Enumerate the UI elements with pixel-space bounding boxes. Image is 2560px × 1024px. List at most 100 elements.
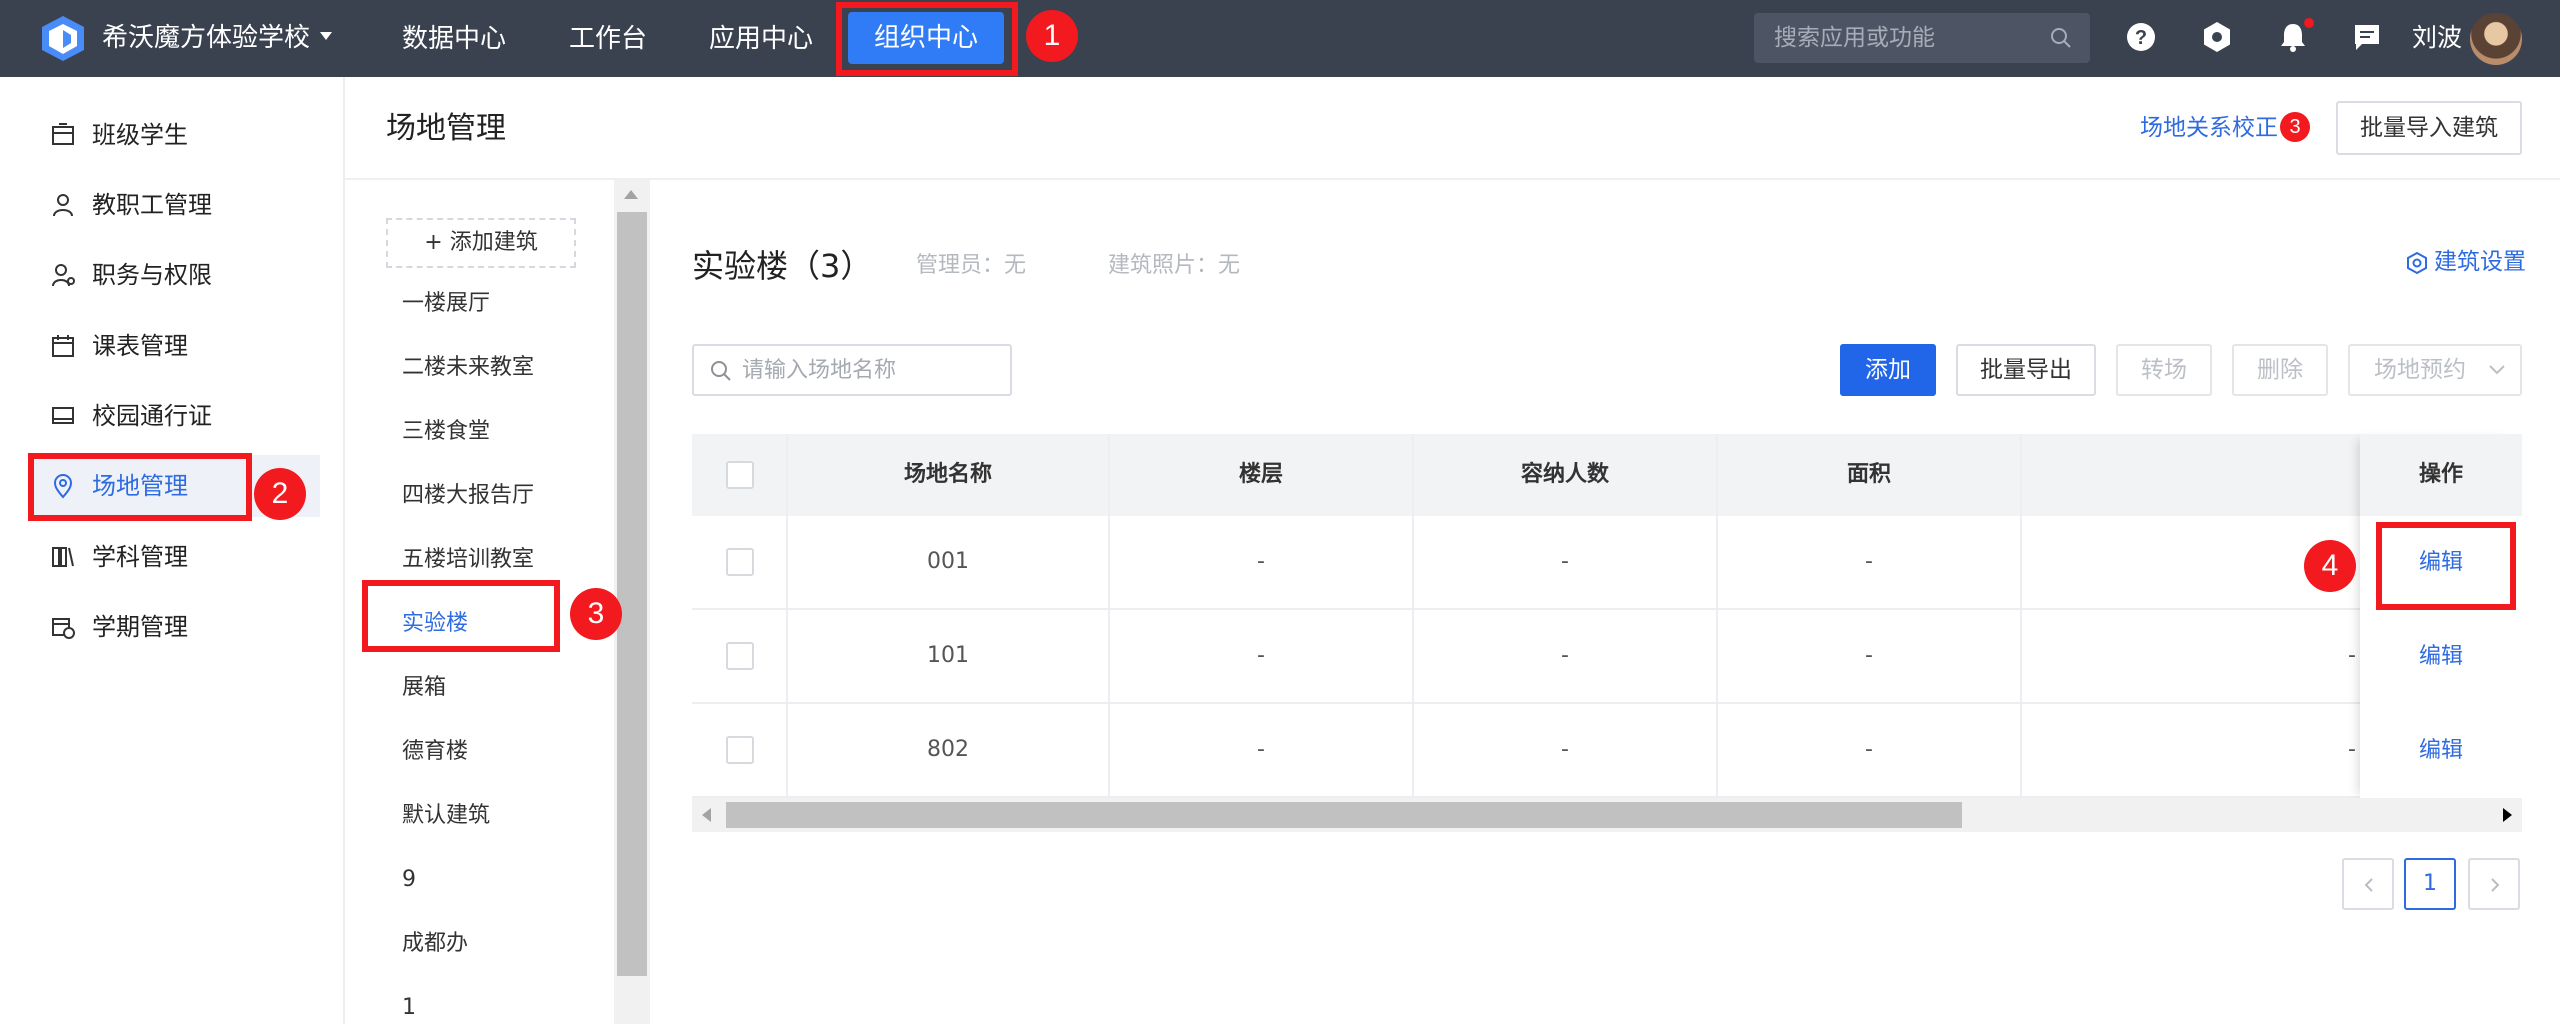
prev-page-button[interactable]	[2342, 858, 2394, 910]
building-item[interactable]: 展箱	[402, 672, 446, 704]
hexagon-settings-icon[interactable]	[2200, 20, 2234, 54]
add-venue-button[interactable]: 添加	[1840, 344, 1936, 396]
building-item[interactable]: 一楼展厅	[402, 288, 490, 320]
sidebar-item-label: 教职工管理	[92, 191, 212, 219]
transfer-button[interactable]: 转场	[2116, 344, 2212, 396]
cell-capacity: -	[1561, 549, 1569, 574]
user-name[interactable]: 刘波	[2412, 20, 2462, 56]
building-item[interactable]: 默认建筑	[402, 800, 490, 832]
school-logo-icon[interactable]	[40, 14, 86, 62]
cell-capacity: -	[1561, 737, 1569, 762]
add-building-button[interactable]: + 添加建筑	[386, 218, 576, 268]
sidebar-item-label: 学期管理	[92, 613, 188, 641]
table-row: 802 - - - -	[692, 704, 2522, 798]
cell-floor: -	[1257, 737, 1265, 762]
cell-floor: -	[1257, 643, 1265, 668]
building-item[interactable]: 四楼大报告厅	[402, 480, 534, 512]
building-settings-link[interactable]: 建筑设置	[2434, 246, 2526, 278]
chevron-right-icon	[2491, 878, 2500, 892]
cell-area: -	[1865, 549, 1873, 574]
class-icon	[52, 123, 74, 145]
message-icon[interactable]	[2350, 20, 2384, 54]
column-divider	[1716, 434, 1718, 800]
scrollbar-thumb[interactable]	[726, 802, 1962, 828]
edit-link[interactable]: 编辑	[2360, 736, 2522, 766]
book-icon	[52, 547, 74, 567]
building-item[interactable]: 三楼食堂	[402, 416, 490, 448]
annotation-badge-3: 3	[570, 588, 622, 640]
sidebar-item-label: 校园通行证	[92, 402, 212, 430]
person-icon	[53, 194, 73, 217]
chevron-down-icon	[2489, 365, 2505, 375]
cell-venue-name: 802	[927, 737, 969, 762]
cell-floor: -	[1257, 549, 1265, 574]
annotation-badge-2: 2	[254, 468, 306, 520]
search-icon	[711, 361, 731, 381]
col-area[interactable]: 面积	[1718, 434, 2020, 516]
help-icon[interactable]: ?	[2124, 20, 2158, 54]
building-item[interactable]: 二楼未来教室	[402, 352, 534, 384]
nav-data-center[interactable]: 数据中心	[402, 20, 506, 58]
column-divider	[786, 434, 788, 800]
row-checkbox[interactable]	[726, 642, 754, 670]
annotation-box-4	[2376, 522, 2516, 610]
global-search-input[interactable]: 搜索应用或功能	[1754, 13, 2090, 63]
sidebar-item-class-students[interactable]: 班级学生	[30, 104, 320, 166]
col-venue-name[interactable]: 场地名称	[788, 434, 1108, 516]
building-item[interactable]: 1	[402, 992, 416, 1024]
cell-venue-name: 101	[927, 643, 969, 668]
edit-link[interactable]: 编辑	[2360, 642, 2522, 672]
search-placeholder: 搜索应用或功能	[1774, 25, 1935, 51]
user-permission-icon	[52, 264, 75, 287]
sidebar-item-label: 班级学生	[92, 121, 188, 149]
next-page-button[interactable]	[2468, 858, 2520, 910]
chevron-down-icon[interactable]	[320, 32, 332, 40]
batch-import-building-button[interactable]: 批量导入建筑	[2336, 101, 2522, 155]
building-item[interactable]: 德育楼	[402, 736, 468, 768]
school-name[interactable]: 希沃魔方体验学校	[102, 20, 310, 56]
venue-reservation-dropdown[interactable]: 场地预约	[2348, 344, 2522, 396]
col-action: 操作	[2360, 434, 2522, 516]
avatar[interactable]	[2470, 13, 2522, 65]
building-item[interactable]: 五楼培训教室	[402, 544, 534, 576]
scrollbar-thumb[interactable]	[617, 212, 647, 976]
venue-search-input[interactable]: 请输入场地名称	[692, 344, 1012, 396]
scroll-right-arrow-icon[interactable]	[2503, 808, 2512, 822]
batch-export-button[interactable]: 批量导出	[1956, 344, 2096, 396]
sidebar-item-label: 课表管理	[92, 332, 188, 360]
building-item[interactable]: 9	[402, 864, 416, 896]
card-icon	[52, 407, 74, 424]
sidebar-item-schedule[interactable]: 课表管理	[30, 315, 320, 377]
search-icon	[2051, 28, 2071, 48]
nav-app-center[interactable]: 应用中心	[709, 20, 813, 58]
column-divider	[1108, 434, 1110, 800]
sidebar-item-subjects[interactable]: 学科管理	[30, 526, 320, 588]
sidebar-item-roles[interactable]: 职务与权限	[30, 244, 320, 306]
sidebar-item-campus-pass[interactable]: 校园通行证	[30, 385, 320, 447]
scroll-left-arrow-icon[interactable]	[702, 808, 711, 822]
sidebar-item-staff[interactable]: 教职工管理	[30, 174, 320, 236]
sidebar-item-semesters[interactable]: 学期管理	[30, 596, 320, 658]
row-checkbox[interactable]	[726, 736, 754, 764]
page-number-button[interactable]: 1	[2404, 858, 2456, 910]
annotation-box-3	[362, 580, 560, 652]
top-navigation-bar: 希沃魔方体验学校 数据中心 工作台 应用中心 组织中心 搜索应用或功能 ? 刘波	[0, 0, 2560, 77]
col-floor[interactable]: 楼层	[1110, 434, 1412, 516]
venue-relation-link[interactable]: 场地关系校正	[2140, 112, 2278, 144]
calendar-clock-icon	[52, 618, 75, 639]
venue-table: 场地名称 楼层 容纳人数 面积 班级 001 - - - 101 - - - -…	[692, 434, 2522, 800]
select-all-checkbox[interactable]	[726, 461, 754, 489]
page-title: 场地管理	[386, 111, 506, 146]
table-horizontal-scrollbar[interactable]	[692, 798, 2522, 832]
delete-button[interactable]: 删除	[2232, 344, 2328, 396]
scroll-up-arrow-icon[interactable]	[624, 190, 638, 199]
notification-dot	[2304, 18, 2314, 28]
building-item[interactable]: 成都办	[402, 928, 468, 960]
settings-icon[interactable]	[2406, 252, 2428, 274]
annotation-badge-4: 4	[2304, 540, 2356, 592]
col-capacity[interactable]: 容纳人数	[1414, 434, 1716, 516]
sidebar-item-label: 学科管理	[92, 543, 188, 571]
svg-text:?: ?	[2135, 27, 2147, 49]
nav-workbench[interactable]: 工作台	[569, 20, 647, 58]
row-checkbox[interactable]	[726, 548, 754, 576]
